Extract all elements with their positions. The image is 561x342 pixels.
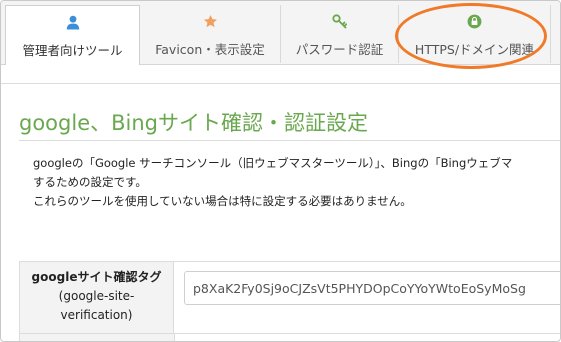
tab-https-domain[interactable]: HTTPS/ドメイン関連 [399, 5, 551, 63]
title-underline [19, 140, 560, 141]
google-verification-cell [174, 262, 560, 334]
settings-panel: 管理者向けツール Favicon・表示設定 パスワード認証 HTTPS/ドメイン… [0, 0, 561, 342]
tab-label: パスワード認証 [295, 42, 384, 57]
user-icon [6, 15, 139, 31]
description-line: するための設定です。 [33, 175, 147, 189]
star-icon [140, 14, 280, 30]
label-line: verification) [60, 308, 133, 322]
divider [1, 83, 560, 84]
label-line: (google-site- [58, 289, 135, 303]
lock-icon [399, 14, 550, 30]
description-line: googleの「Google サーチコンソール（旧ウェブマスターツール）」、Bi… [33, 156, 513, 170]
google-verification-input[interactable] [184, 271, 560, 305]
google-verification-label: googleサイト確認タグ (google-site- verification… [20, 262, 174, 334]
settings-table: googleサイト確認タグ (google-site- verification… [19, 261, 560, 341]
tab-label: Favicon・表示設定 [155, 42, 265, 57]
tab-favicon-display[interactable]: Favicon・表示設定 [140, 5, 281, 63]
section-title: google、Bingサイト確認・認証設定 [19, 111, 368, 135]
tab-admin-tools[interactable]: 管理者向けツール [5, 5, 140, 65]
description-line: これらのツールを使用していない場合は特に設定する必要はありません。 [33, 194, 412, 208]
tab-bar: 管理者向けツール Favicon・表示設定 パスワード認証 HTTPS/ドメイン… [1, 1, 560, 69]
tab-password-auth[interactable]: パスワード認証 [281, 5, 399, 63]
key-icon [281, 14, 398, 30]
tab-label: 管理者向けツール [22, 43, 123, 58]
section-description: googleの「Google サーチコンソール（旧ウェブマスターツール）」、Bi… [33, 154, 560, 211]
label-line: googleサイト確認タグ [31, 270, 162, 284]
tab-label: HTTPS/ドメイン関連 [414, 42, 535, 57]
table-row-next [20, 334, 175, 341]
